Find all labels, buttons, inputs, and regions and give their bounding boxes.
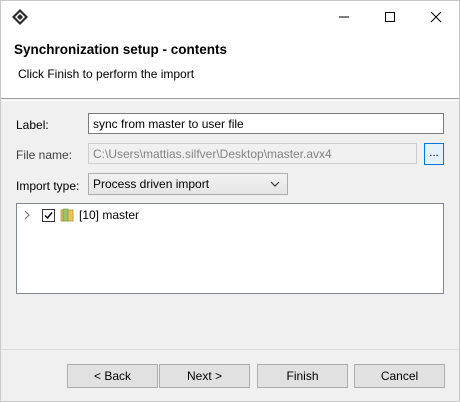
file-name-caption: File name: — [16, 148, 73, 162]
folder-icon — [60, 208, 74, 222]
chevron-down-icon — [270, 181, 280, 187]
title-bar[interactable] — [1, 1, 459, 32]
tree-item[interactable]: [10] master — [17, 206, 443, 224]
minimize-button[interactable] — [321, 1, 367, 32]
import-type-value: Process driven import — [93, 177, 210, 191]
footer-divider — [1, 349, 459, 350]
cancel-button[interactable]: Cancel — [354, 364, 445, 388]
minimize-icon — [339, 16, 349, 17]
import-type-caption: Import type: — [16, 179, 80, 193]
page-title: Synchronization setup - contents — [14, 42, 228, 57]
label-caption: Label: — [16, 118, 49, 132]
tree-item-label: [10] master — [79, 208, 140, 222]
maximize-icon — [385, 11, 395, 22]
page-subtitle: Click Finish to perform the import — [18, 67, 195, 81]
checkmark-icon — [44, 212, 53, 220]
tree-item-checkbox[interactable] — [42, 209, 55, 222]
contents-tree[interactable]: [10] master — [16, 203, 444, 294]
wizard-header: Synchronization setup - contents Click F… — [1, 32, 459, 99]
file-name-input[interactable]: C:\Users\mattias.silfver\Desktop\master.… — [88, 143, 417, 164]
label-input[interactable]: sync from master to user file — [88, 113, 444, 134]
app-logo-icon — [12, 9, 28, 25]
close-button[interactable] — [413, 1, 459, 32]
close-icon — [430, 11, 442, 22]
import-wizard-window: Synchronization setup - contents Click F… — [0, 0, 460, 402]
chevron-right-icon[interactable] — [22, 209, 32, 221]
maximize-button[interactable] — [367, 1, 413, 32]
import-type-dropdown[interactable]: Process driven import — [88, 173, 288, 195]
back-button[interactable]: < Back — [67, 364, 158, 388]
finish-button[interactable]: Finish — [257, 364, 348, 388]
browse-button[interactable]: ... — [424, 143, 444, 165]
next-button[interactable]: Next > — [159, 364, 250, 388]
header-divider — [1, 100, 459, 101]
